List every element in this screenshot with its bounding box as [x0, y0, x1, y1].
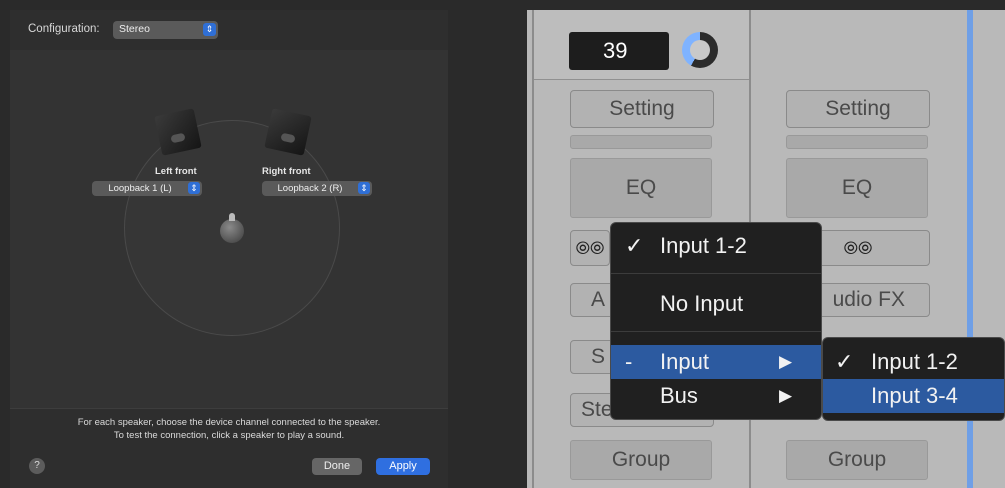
updown-arrows-icon: ⇕: [358, 182, 370, 194]
updown-arrows-icon: ⇕: [188, 182, 200, 194]
eq-button-1[interactable]: EQ: [570, 158, 712, 218]
right-front-channel: Loopback 2 (R): [277, 183, 343, 194]
input-format-button-1[interactable]: ⦾⦾: [570, 230, 610, 266]
configuration-value: Stereo: [119, 23, 150, 35]
configuration-bar: Configuration: Stereo ⇕: [10, 10, 448, 50]
right-front-label: Right front: [262, 166, 311, 177]
strip-divider: [532, 10, 534, 488]
dash-icon: -: [625, 349, 633, 374]
info-text-line2: To test the connection, click a speaker …: [113, 430, 345, 441]
menu-item-label: Input 1-2: [660, 233, 747, 258]
configuration-label: Configuration:: [28, 23, 100, 35]
strip-header: 39: [534, 10, 749, 80]
speaker-stage: Left front Right front Loopback 1 (L) ⇕ …: [10, 50, 448, 408]
setting-button-2[interactable]: Setting: [786, 90, 930, 128]
submenu-item-input-1-2[interactable]: ✓ Input 1-2: [823, 345, 1004, 379]
menu-item-input-1-2[interactable]: ✓ Input 1-2: [611, 229, 821, 263]
group-button-2[interactable]: Group: [786, 440, 928, 480]
submenu-item-input-3-4[interactable]: Input 3-4: [823, 379, 1004, 413]
pan-knob[interactable]: [682, 32, 718, 68]
apply-button[interactable]: Apply: [376, 458, 430, 475]
input-menu: ✓ Input 1-2 No Input - Input ▶ Bus ▶: [610, 222, 822, 420]
menu-separator: [611, 331, 821, 332]
left-front-channel-popup[interactable]: Loopback 1 (L) ⇕: [92, 181, 202, 196]
menu-item-label: No Input: [660, 291, 744, 316]
mixer-panel: 39 Setting EQ ⦾⦾ A S Stereo Out Group Se…: [527, 10, 1005, 488]
group-button-1[interactable]: Group: [570, 440, 712, 480]
footer: For each speaker, choose the device chan…: [10, 408, 448, 488]
right-front-speaker-icon[interactable]: [264, 108, 312, 156]
menu-item-label: Input: [660, 349, 709, 374]
submenu-item-label: Input 3-4: [871, 383, 958, 408]
left-front-speaker-icon[interactable]: [154, 108, 202, 156]
updown-arrows-icon: ⇕: [203, 23, 216, 36]
insert-slot-1[interactable]: [570, 135, 712, 149]
info-text-line1: For each speaker, choose the device chan…: [77, 417, 381, 428]
setting-button-1[interactable]: Setting: [570, 90, 714, 128]
insert-slot-2[interactable]: [786, 135, 928, 149]
submenu-arrow-icon: ▶: [779, 352, 793, 371]
help-button[interactable]: ?: [29, 458, 45, 474]
menu-item-bus[interactable]: Bus ▶: [611, 379, 821, 413]
listener-head-icon: [220, 213, 244, 243]
checkmark-icon: ✓: [625, 233, 644, 258]
menu-item-label: Bus: [660, 383, 698, 408]
input-submenu: ✓ Input 1-2 Input 3-4: [822, 337, 1005, 421]
left-front-channel: Loopback 1 (L): [108, 183, 172, 194]
checkmark-icon: ✓: [835, 349, 854, 374]
submenu-arrow-icon: ▶: [779, 386, 793, 405]
menu-separator: [611, 273, 821, 274]
left-front-label: Left front: [155, 166, 197, 177]
configuration-popup[interactable]: Stereo ⇕: [113, 21, 218, 39]
speaker-setup-panel: Configuration: Stereo ⇕ Left front Right…: [10, 10, 448, 488]
done-button[interactable]: Done: [312, 458, 362, 475]
counter-display: 39: [569, 32, 669, 70]
menu-item-no-input[interactable]: No Input: [611, 287, 821, 321]
eq-button-2[interactable]: EQ: [786, 158, 928, 218]
submenu-item-label: Input 1-2: [871, 349, 958, 374]
menu-item-input[interactable]: - Input ▶: [611, 345, 821, 379]
right-front-channel-popup[interactable]: Loopback 2 (R) ⇕: [262, 181, 372, 196]
